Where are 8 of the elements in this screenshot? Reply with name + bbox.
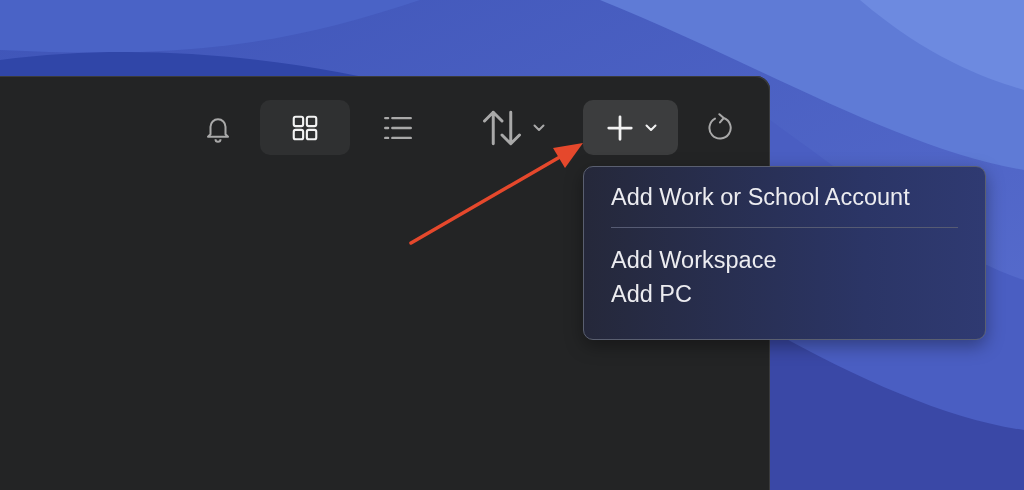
menu-item[interactable]: Add PC <box>611 278 958 312</box>
refresh-icon <box>705 112 735 143</box>
menu-item[interactable]: Add Workspace <box>611 244 958 278</box>
chevron-down-icon <box>644 123 657 132</box>
chevron-down-icon <box>532 123 545 132</box>
menu-item[interactable]: Add Work or School Account <box>611 181 958 215</box>
add-button[interactable] <box>583 100 678 155</box>
grid-view-button[interactable] <box>260 100 350 155</box>
